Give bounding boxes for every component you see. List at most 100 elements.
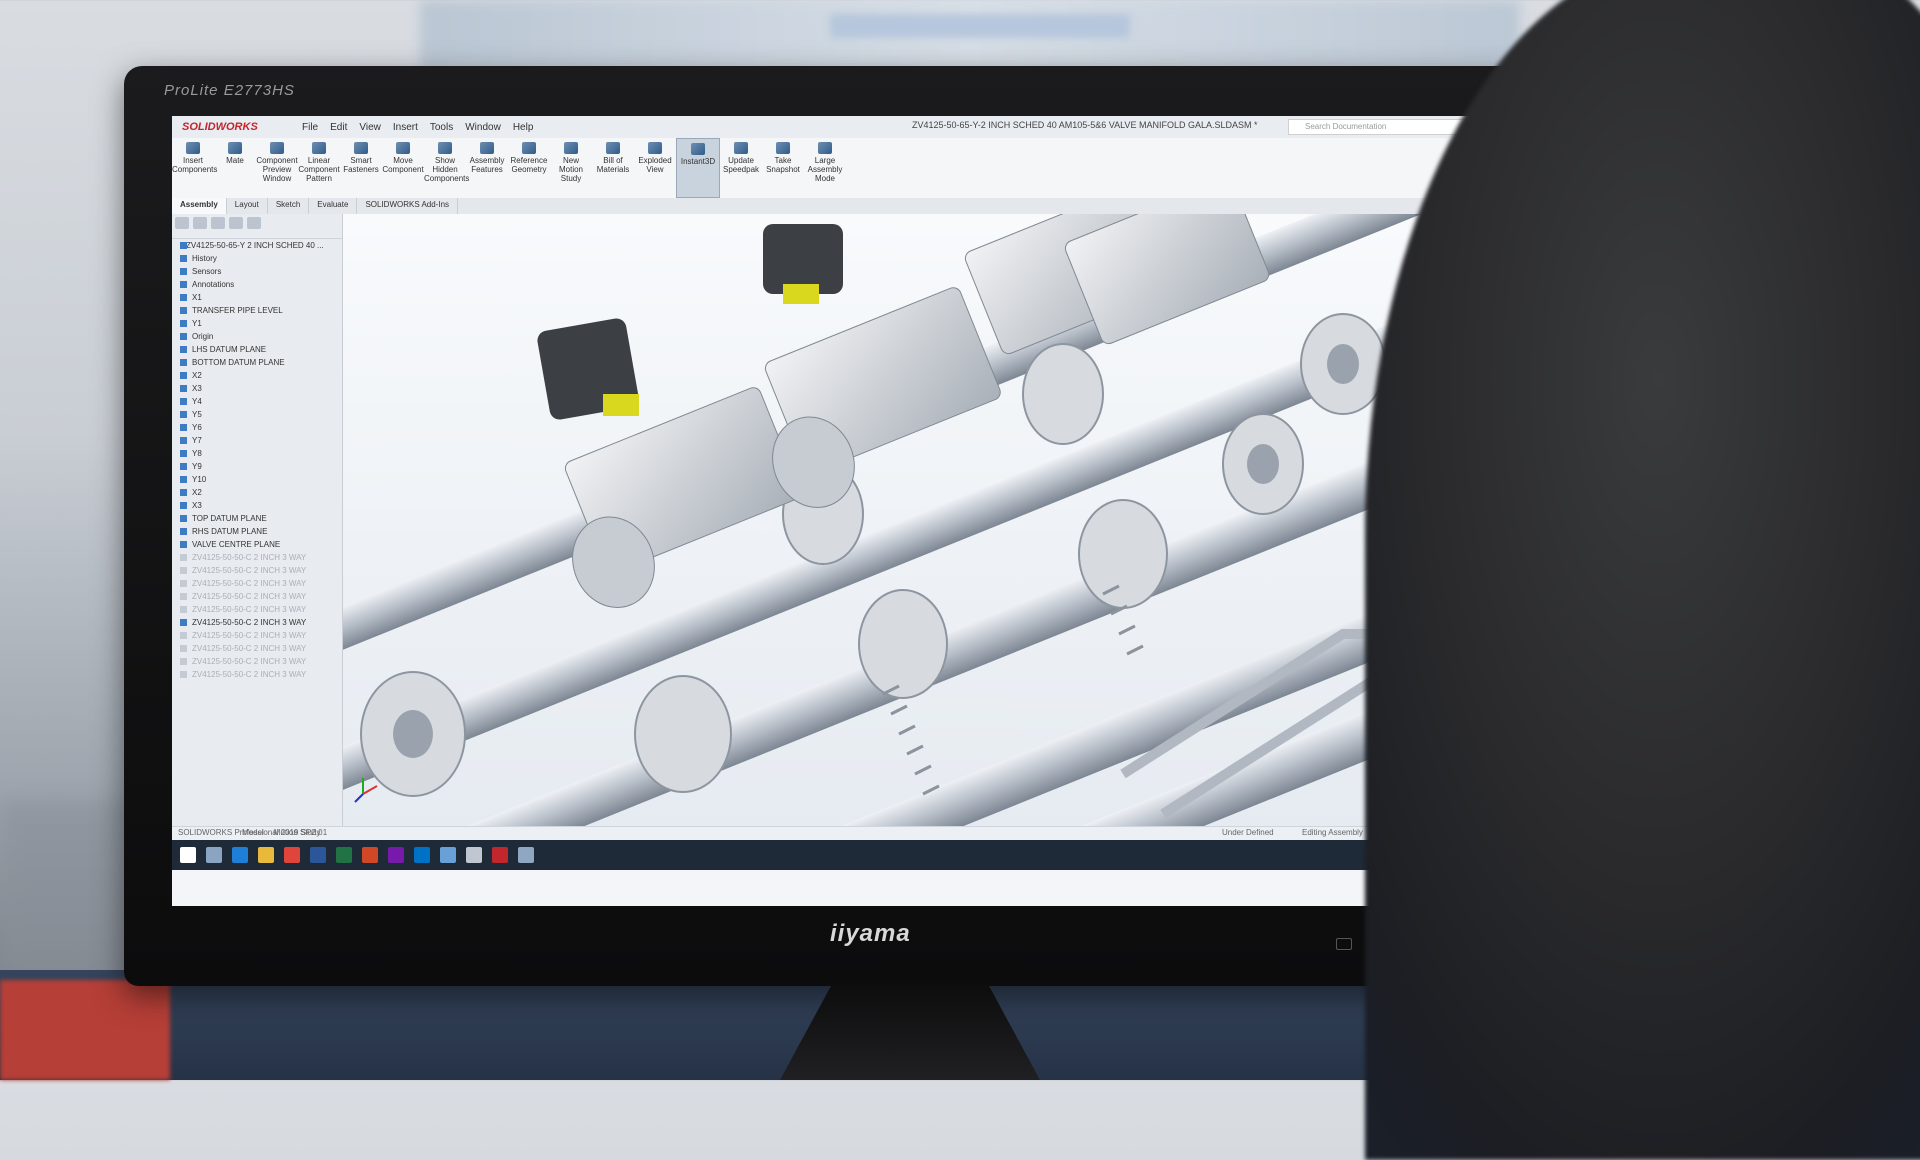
tab-sketch[interactable]: Sketch — [268, 198, 310, 214]
ribbon-button-update-speedpak[interactable]: Update Speedpak — [720, 138, 762, 198]
menu-item-help[interactable]: Help — [513, 122, 534, 133]
tree-item[interactable]: Y9 — [172, 460, 342, 473]
chrome-icon[interactable] — [284, 847, 300, 863]
menu-item-insert[interactable]: Insert — [393, 122, 418, 133]
ribbon-button-assembly-features[interactable]: Assembly Features — [466, 138, 508, 198]
ribbon-button-reference-geometry[interactable]: Reference Geometry — [508, 138, 550, 198]
tree-item[interactable]: TRANSFER PIPE LEVEL — [172, 304, 342, 317]
ribbon-button-mate[interactable]: Mate — [214, 138, 256, 198]
ribbon-button-move-component[interactable]: Move Component — [382, 138, 424, 198]
outlook-icon[interactable] — [414, 847, 430, 863]
tree-item[interactable]: Y8 — [172, 447, 342, 460]
tree-root[interactable]: ZV4125-50-65-Y 2 INCH SCHED 40 ... — [172, 239, 342, 252]
tree-item[interactable]: ZV4125-50-50-C 2 INCH 3 WAY — [172, 616, 342, 629]
tree-item[interactable]: RHS DATUM PLANE — [172, 525, 342, 538]
menu-bar: File Edit View Insert Tools Window Help — [302, 122, 545, 133]
ribbon-button-large-assembly-mode[interactable]: Large Assembly Mode — [804, 138, 846, 198]
powerpoint-icon[interactable] — [362, 847, 378, 863]
ribbon-button-component-preview-window[interactable]: Component Preview Window — [256, 138, 298, 198]
excel-icon[interactable] — [336, 847, 352, 863]
tab-assembly[interactable]: Assembly — [172, 198, 227, 214]
menu-item-view[interactable]: View — [359, 122, 381, 133]
tree-item[interactable]: ZV4125-50-50-C 2 INCH 3 WAY — [172, 564, 342, 577]
valve-manifold-3d-model — [343, 214, 1502, 826]
tree-item[interactable]: X1 — [172, 291, 342, 304]
tree-item[interactable]: ZV4125-50-50-C 2 INCH 3 WAY — [172, 642, 342, 655]
tree-item[interactable]: ZV4125-50-50-C 2 INCH 3 WAY — [172, 577, 342, 590]
windows-start-icon[interactable] — [180, 847, 196, 863]
ribbon-button-insert-components[interactable]: Insert Components — [172, 138, 217, 198]
app-icon[interactable] — [518, 847, 534, 863]
tab-evaluate[interactable]: Evaluate — [309, 198, 358, 214]
ribbon-button-label: Linear Component Pattern — [298, 156, 340, 183]
bottom-tab-motion-study-1[interactable]: Motion Study 1 — [274, 828, 327, 837]
tree-item[interactable]: Sensors — [172, 265, 342, 278]
ribbon-button-exploded-view[interactable]: Exploded View — [634, 138, 676, 198]
tree-item[interactable]: Annotations — [172, 278, 342, 291]
app-icon[interactable] — [440, 847, 456, 863]
tree-item[interactable]: X2 — [172, 486, 342, 499]
onenote-icon[interactable] — [388, 847, 404, 863]
task-view-icon[interactable] — [206, 847, 222, 863]
bottom-tabs: Model Motion Study 1 — [242, 828, 337, 837]
command-manager-ribbon: Insert Components Mate Component Preview W… — [172, 138, 1502, 199]
dimxpert-icon[interactable] — [229, 217, 243, 229]
solidworks-taskbar-icon[interactable] — [492, 847, 508, 863]
tree-item[interactable]: Y6 — [172, 421, 342, 434]
tree-item[interactable]: ZV4125-50-50-C 2 INCH 3 WAY — [172, 655, 342, 668]
monitor-button[interactable] — [1336, 938, 1352, 950]
graphics-viewport[interactable] — [343, 214, 1502, 826]
tree-item[interactable]: ZV4125-50-50-C 2 INCH 3 WAY — [172, 590, 342, 603]
ribbon-button-label: Assembly Features — [469, 156, 505, 174]
ribbon-button-bill-of-materials[interactable]: Bill of Materials — [592, 138, 634, 198]
menu-item-edit[interactable]: Edit — [330, 122, 347, 133]
bottom-tab-model[interactable]: Model — [242, 828, 264, 837]
app-icon[interactable] — [466, 847, 482, 863]
tree-item[interactable]: VALVE CENTRE PLANE — [172, 538, 342, 551]
tree-item[interactable]: LHS DATUM PLANE — [172, 343, 342, 356]
tree-item[interactable]: Y5 — [172, 408, 342, 421]
ribbon-button-icon — [734, 142, 748, 154]
tab-solidworks-add-ins[interactable]: SOLIDWORKS Add-Ins — [357, 198, 459, 214]
ribbon-button-icon — [564, 142, 578, 154]
configuration-manager-icon[interactable] — [211, 217, 225, 229]
status-under-defined: Under Defined — [1222, 828, 1274, 837]
edge-browser-icon[interactable] — [232, 847, 248, 863]
tree-item[interactable]: BOTTOM DATUM PLANE — [172, 356, 342, 369]
tree-item[interactable]: Y10 — [172, 473, 342, 486]
menu-item-tools[interactable]: Tools — [430, 122, 453, 133]
tree-item[interactable]: TOP DATUM PLANE — [172, 512, 342, 525]
tree-item[interactable]: History — [172, 252, 342, 265]
tree-item[interactable]: ZV4125-50-50-C 2 INCH 3 WAY — [172, 603, 342, 616]
title-bar: SOLIDWORKS File Edit View Insert Tools Window… — [172, 116, 1502, 139]
word-icon[interactable] — [310, 847, 326, 863]
ribbon-button-show-hidden-components[interactable]: Show Hidden Components — [424, 138, 469, 198]
menu-item-window[interactable]: Window — [465, 122, 501, 133]
tree-item[interactable]: ZV4125-50-50-C 2 INCH 3 WAY — [172, 629, 342, 642]
property-manager-icon[interactable] — [193, 217, 207, 229]
ribbon-button-label: Component Preview Window — [256, 156, 298, 183]
ribbon-button-linear-component-pattern[interactable]: Linear Component Pattern — [298, 138, 340, 198]
feature-manager-icon[interactable] — [175, 217, 189, 229]
ribbon-button-icon — [818, 142, 832, 154]
tree-item[interactable]: Y4 — [172, 395, 342, 408]
ribbon-button-take-snapshot[interactable]: Take Snapshot — [762, 138, 804, 198]
tree-item[interactable]: X3 — [172, 382, 342, 395]
tree-item[interactable]: ZV4125-50-50-C 2 INCH 3 WAY — [172, 668, 342, 681]
display-manager-icon[interactable] — [247, 217, 261, 229]
tree-item[interactable]: X2 — [172, 369, 342, 382]
ribbon-button-new-motion-study[interactable]: New Motion Study — [550, 138, 592, 198]
ribbon-button-smart-fasteners[interactable]: Smart Fasteners — [340, 138, 382, 198]
tree-item[interactable]: Y1 — [172, 317, 342, 330]
ribbon-button-label: New Motion Study — [558, 156, 583, 183]
menu-item-file[interactable]: File — [302, 122, 318, 133]
tree-item[interactable]: Origin — [172, 330, 342, 343]
tree-item[interactable]: ZV4125-50-50-C 2 INCH 3 WAY — [172, 551, 342, 564]
monitor-brand-logo: iiyama — [830, 920, 911, 947]
tree-item[interactable]: X3 — [172, 499, 342, 512]
file-explorer-icon[interactable] — [258, 847, 274, 863]
tab-layout[interactable]: Layout — [227, 198, 268, 214]
ribbon-button-instant3d[interactable]: Instant3D — [676, 138, 720, 198]
ribbon-button-label: Smart Fasteners — [343, 156, 379, 174]
tree-item[interactable]: Y7 — [172, 434, 342, 447]
